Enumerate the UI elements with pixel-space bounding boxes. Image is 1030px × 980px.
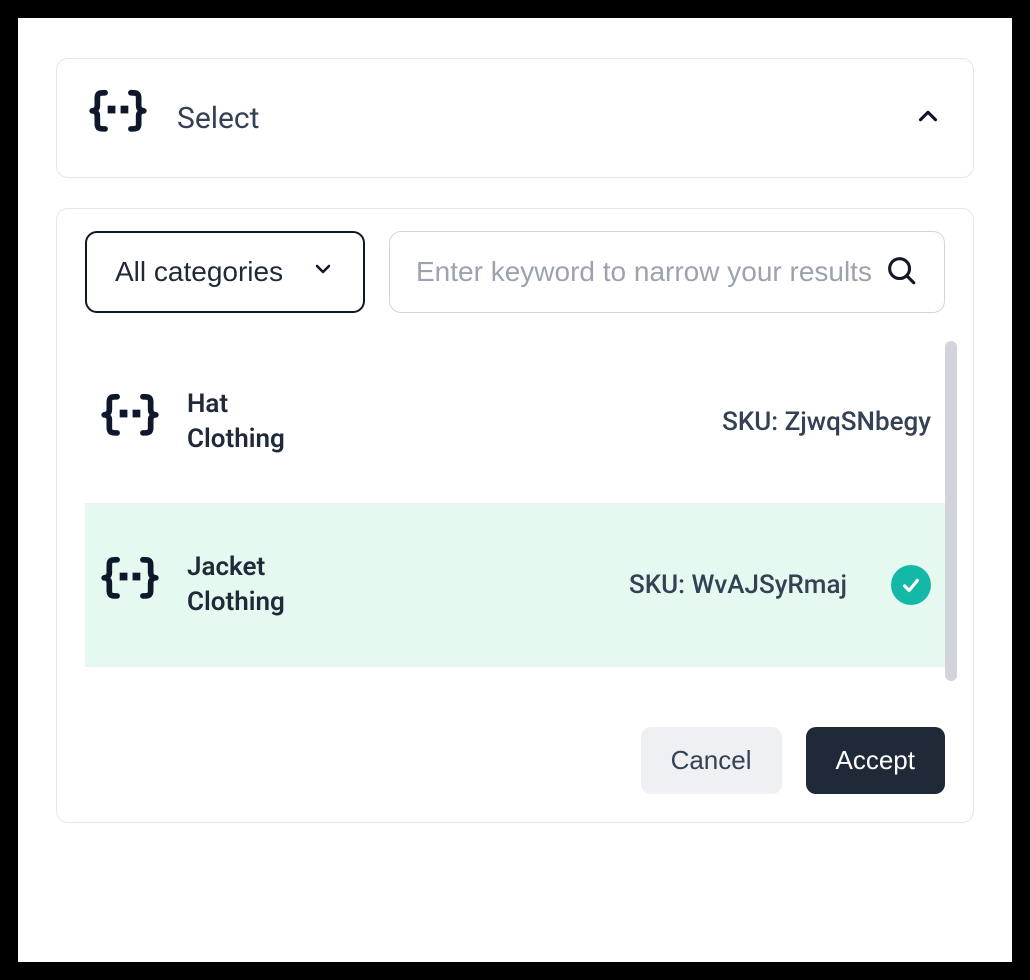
item-category: Clothing xyxy=(187,585,285,620)
select-toggle[interactable]: Select xyxy=(56,58,974,178)
cancel-button[interactable]: Cancel xyxy=(641,727,782,794)
item-name: Jacket xyxy=(187,550,285,585)
item-sku: SKU: WvAJSyRmaj xyxy=(629,570,847,600)
list-item[interactable]: JacketClothing SKU: WvAJSyRmaj xyxy=(85,504,945,667)
resource-icon xyxy=(99,552,161,618)
dropdown-panel: All categories xyxy=(56,208,974,823)
list-item[interactable]: HatClothing SKU: ZjwqSNbegy xyxy=(85,341,945,504)
results-area: HatClothingSKU: ZjwqSNbegy JacketClothin… xyxy=(85,341,945,667)
dialog-footer: Cancel Accept xyxy=(85,727,945,794)
results-list: HatClothingSKU: ZjwqSNbegy JacketClothin… xyxy=(85,341,945,667)
search-icon xyxy=(884,253,918,291)
app-frame: Select All categories xyxy=(0,0,1030,980)
scrollbar[interactable] xyxy=(945,341,957,681)
chevron-up-icon xyxy=(913,101,943,135)
filter-row: All categories xyxy=(85,231,945,313)
chevron-down-icon xyxy=(311,256,335,288)
check-icon xyxy=(891,565,931,605)
category-filter-label: All categories xyxy=(115,256,283,288)
content-area: Select All categories xyxy=(18,18,1012,861)
item-name: Hat xyxy=(187,387,285,422)
category-filter[interactable]: All categories xyxy=(85,231,365,313)
select-label: Select xyxy=(177,101,885,136)
resource-icon xyxy=(87,85,149,151)
item-text: HatClothing xyxy=(187,387,285,457)
item-category: Clothing xyxy=(187,422,285,457)
item-sku: SKU: ZjwqSNbegy xyxy=(722,407,931,437)
resource-icon xyxy=(99,389,161,455)
search-input[interactable] xyxy=(416,232,884,312)
accept-button[interactable]: Accept xyxy=(806,727,946,794)
item-text: JacketClothing xyxy=(187,550,285,620)
search-field[interactable] xyxy=(389,231,945,313)
